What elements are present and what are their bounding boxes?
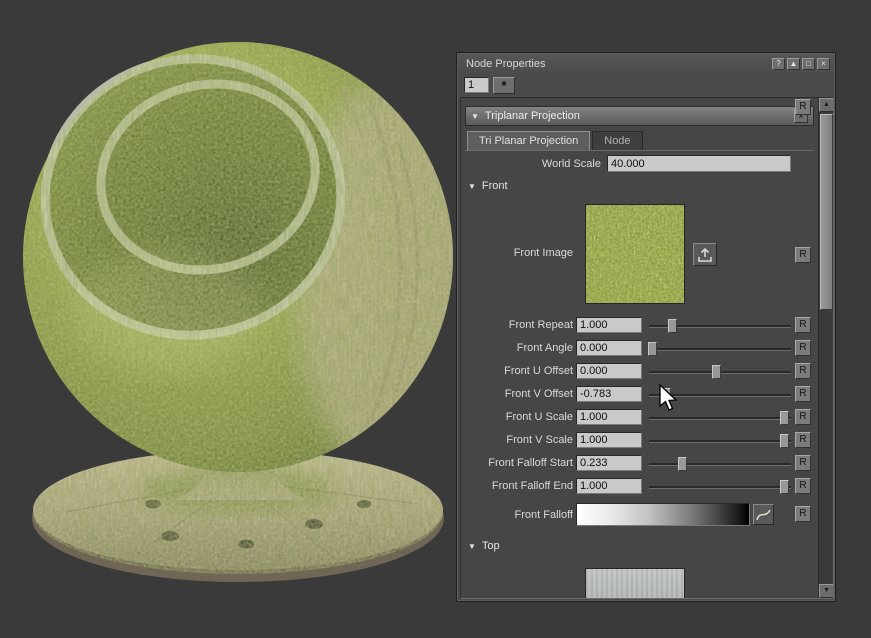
node-header[interactable]: ▼ Triplanar Projection × bbox=[465, 106, 814, 126]
scroll-down-icon[interactable]: ▼ bbox=[819, 584, 834, 598]
param-slider[interactable] bbox=[649, 371, 791, 374]
edit-curve-button[interactable] bbox=[753, 504, 774, 525]
param-slider[interactable] bbox=[649, 440, 791, 443]
vertical-scrollbar[interactable]: ▲ ▼ bbox=[818, 98, 833, 598]
window-toolbar: * bbox=[458, 73, 834, 97]
param-label: Front Angle bbox=[461, 342, 573, 354]
reset-button[interactable]: R bbox=[795, 317, 811, 333]
param-row-front-u-scale: Front U Scale R bbox=[461, 408, 813, 428]
window-title: Node Properties bbox=[466, 58, 770, 70]
param-label: Front Falloff End bbox=[461, 480, 573, 492]
param-input[interactable] bbox=[576, 432, 642, 448]
front-image-label: Front Image bbox=[461, 247, 573, 259]
param-label: Front Repeat bbox=[461, 319, 573, 331]
param-label: Front U Offset bbox=[461, 365, 573, 377]
reset-button[interactable]: R bbox=[795, 506, 811, 522]
slider-handle[interactable] bbox=[780, 411, 789, 425]
help-icon[interactable]: ? bbox=[772, 58, 785, 70]
param-row-front-v-offset: Front V Offset R bbox=[461, 385, 813, 405]
param-label: Front V Scale bbox=[461, 434, 573, 446]
slider-handle[interactable] bbox=[668, 319, 677, 333]
reset-button[interactable]: R bbox=[795, 363, 811, 379]
node-header-title: Triplanar Projection bbox=[485, 110, 580, 122]
load-image-icon bbox=[698, 248, 712, 262]
index-input[interactable] bbox=[464, 77, 489, 93]
front-falloff-label: Front Falloff bbox=[461, 509, 573, 521]
tab-bar: Tri Planar Projection Node bbox=[467, 131, 643, 151]
section-top-label: Top bbox=[482, 540, 500, 552]
reset-button[interactable]: R bbox=[795, 247, 811, 263]
reset-button[interactable]: R bbox=[795, 340, 811, 356]
scroll-up-icon[interactable]: ▲ bbox=[819, 98, 834, 112]
param-label: Front Falloff Start bbox=[461, 457, 573, 469]
tab-triplanar-projection[interactable]: Tri Planar Projection bbox=[467, 131, 590, 151]
section-front-label: Front bbox=[482, 180, 508, 192]
param-slider[interactable] bbox=[649, 348, 791, 351]
slider-handle[interactable] bbox=[648, 342, 657, 356]
param-slider[interactable] bbox=[649, 325, 791, 328]
slider-handle[interactable] bbox=[712, 365, 721, 379]
front-image-thumbnail[interactable] bbox=[585, 204, 685, 304]
param-row-front-angle: Front Angle R bbox=[461, 339, 813, 359]
properties-scroll-area: ▼ Triplanar Projection × Tri Planar Proj… bbox=[460, 97, 834, 599]
falloff-gradient[interactable] bbox=[576, 503, 750, 526]
restore-icon[interactable]: □ bbox=[802, 58, 815, 70]
reset-button[interactable]: R bbox=[795, 409, 811, 425]
tab-divider bbox=[465, 150, 814, 151]
param-slider[interactable] bbox=[649, 463, 791, 466]
world-scale-label: World Scale bbox=[461, 158, 601, 170]
reset-button[interactable]: R bbox=[795, 386, 811, 402]
window-titlebar[interactable]: Node Properties ? ▲ □ × bbox=[458, 54, 834, 73]
param-input[interactable] bbox=[576, 386, 642, 402]
param-label: Front U Scale bbox=[461, 411, 573, 423]
param-label: Front V Offset bbox=[461, 388, 573, 400]
curve-icon bbox=[756, 508, 771, 521]
section-collapse-icon[interactable]: ▼ bbox=[468, 542, 476, 551]
param-row-front-v-scale: Front V Scale R bbox=[461, 431, 813, 451]
section-top[interactable]: ▼ Top bbox=[468, 540, 500, 552]
pin-button[interactable]: * bbox=[493, 77, 515, 94]
param-row-front-falloff-end: Front Falloff End R bbox=[461, 477, 813, 497]
load-image-button[interactable] bbox=[693, 243, 717, 266]
reset-button[interactable]: R bbox=[795, 478, 811, 494]
param-row-front-u-offset: Front U Offset R bbox=[461, 362, 813, 382]
scrollbar-thumb[interactable] bbox=[820, 114, 833, 310]
mouse-cursor bbox=[658, 384, 678, 412]
slider-handle[interactable] bbox=[678, 457, 687, 471]
param-input[interactable] bbox=[576, 363, 642, 379]
param-input[interactable] bbox=[576, 455, 642, 471]
slider-handle[interactable] bbox=[780, 434, 789, 448]
section-collapse-icon[interactable]: ▼ bbox=[468, 182, 476, 191]
tab-node[interactable]: Node bbox=[592, 131, 642, 151]
reset-button[interactable]: R bbox=[795, 455, 811, 471]
section-front[interactable]: ▼ Front bbox=[468, 180, 508, 192]
collapse-arrow-icon[interactable]: ▼ bbox=[471, 112, 479, 121]
node-properties-window: Node Properties ? ▲ □ × * ▼ Triplanar Pr… bbox=[456, 52, 836, 602]
param-input[interactable] bbox=[576, 478, 642, 494]
top-image-thumbnail[interactable] bbox=[585, 568, 685, 599]
close-icon[interactable]: × bbox=[817, 58, 830, 70]
slider-handle[interactable] bbox=[780, 480, 789, 494]
param-row-front-repeat: Front Repeat R bbox=[461, 316, 813, 336]
param-slider[interactable] bbox=[649, 486, 791, 489]
reset-button[interactable]: R bbox=[795, 432, 811, 448]
param-input[interactable] bbox=[576, 340, 642, 356]
param-slider[interactable] bbox=[649, 417, 791, 420]
world-scale-input[interactable] bbox=[607, 155, 791, 172]
reset-button[interactable]: R bbox=[795, 99, 811, 115]
material-preview-sphere bbox=[18, 12, 454, 588]
collapse-icon[interactable]: ▲ bbox=[787, 58, 800, 70]
grass-thumbnail-image bbox=[586, 205, 685, 304]
param-row-front-falloff-start: Front Falloff Start R bbox=[461, 454, 813, 474]
param-input[interactable] bbox=[576, 317, 642, 333]
param-input[interactable] bbox=[576, 409, 642, 425]
